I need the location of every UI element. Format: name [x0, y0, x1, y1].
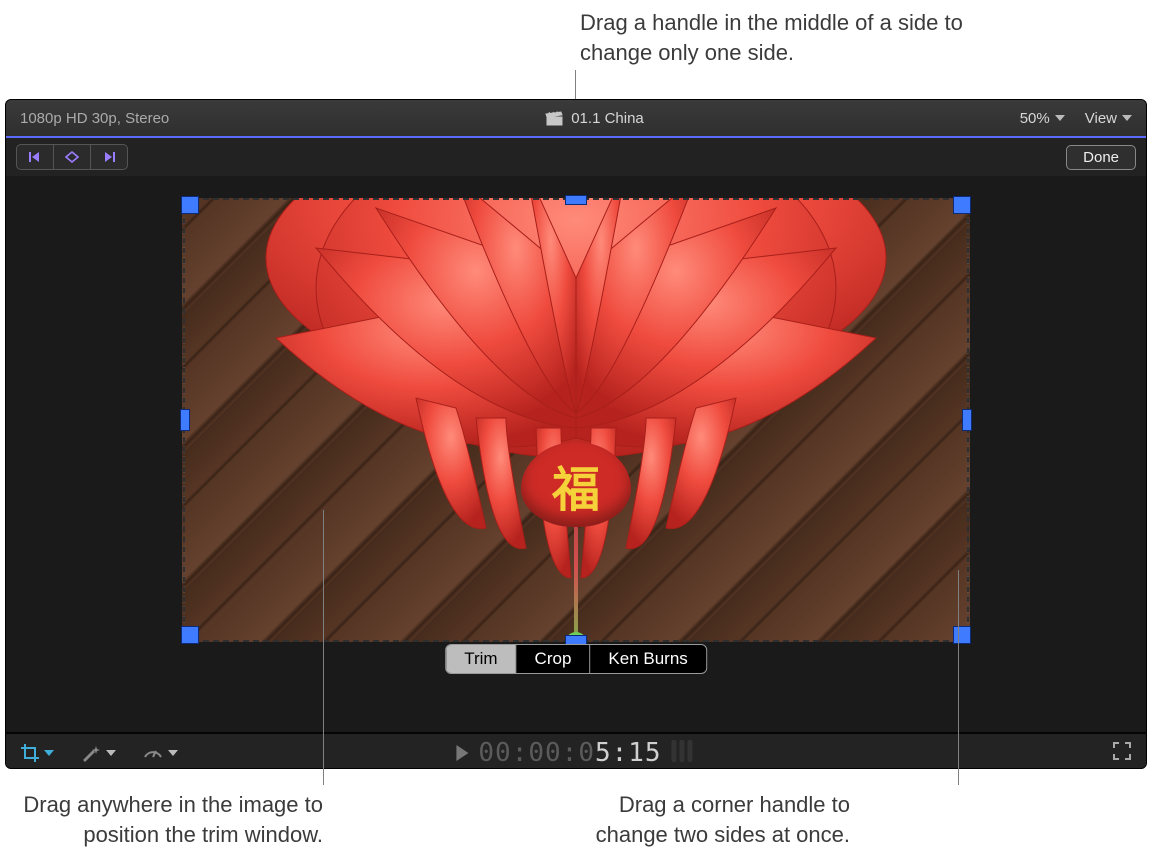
audio-meters-icon — [672, 740, 696, 766]
mode-crop[interactable]: Crop — [517, 645, 591, 673]
toolbar-row: Done — [6, 138, 1146, 176]
chevron-down-icon — [106, 750, 116, 756]
chevron-down-icon — [168, 750, 178, 756]
leader-br — [958, 570, 959, 785]
clip-name-text: 01.1 China — [571, 110, 644, 127]
clapperboard-icon — [545, 111, 563, 126]
crop-tool[interactable] — [20, 743, 54, 763]
bottom-toolbar: 00:00:05:15 — [6, 732, 1146, 768]
leader-bl — [323, 510, 324, 785]
nav-segmented-control — [16, 144, 128, 170]
chevron-down-icon — [1055, 115, 1065, 121]
zoom-value: 50% — [1020, 110, 1050, 127]
play-icon[interactable] — [456, 745, 468, 761]
clip-image[interactable]: 福 — [182, 198, 970, 642]
format-label: 1080p HD 30p, Stereo — [20, 110, 169, 127]
clip-title: 01.1 China — [545, 110, 644, 127]
zoom-dropdown[interactable]: 50% — [1020, 110, 1065, 127]
view-label: View — [1085, 110, 1117, 127]
mode-ken-burns[interactable]: Ken Burns — [590, 645, 705, 673]
go-next-button[interactable] — [91, 145, 127, 169]
retime-tool[interactable] — [142, 743, 178, 763]
viewer-window: 1080p HD 30p, Stereo 01.1 China 50% View — [6, 100, 1146, 768]
callout-bottom-right: Drag a corner handle to change two sides… — [550, 790, 850, 849]
toggle-marker-button[interactable] — [54, 145, 91, 169]
chevron-down-icon — [1122, 115, 1132, 121]
viewer-titlebar: 1080p HD 30p, Stereo 01.1 China 50% View — [6, 100, 1146, 138]
timecode-dim: 00:00:0 — [478, 738, 595, 768]
view-dropdown[interactable]: View — [1085, 110, 1132, 127]
fullscreen-button[interactable] — [1112, 741, 1132, 766]
enhance-tool[interactable] — [80, 743, 116, 763]
done-button[interactable]: Done — [1066, 145, 1136, 170]
crop-mode-segmented: Trim Crop Ken Burns — [445, 644, 707, 674]
mode-trim[interactable]: Trim — [446, 645, 516, 673]
timecode-display: 00:00:05:15 — [456, 738, 695, 768]
callout-bottom-left: Drag anywhere in the image to position t… — [18, 790, 323, 849]
chevron-down-icon — [44, 750, 54, 756]
timecode-bright: 5:15 — [595, 738, 662, 768]
canvas-area: 福 Trim Crop Ken Burns — [6, 176, 1146, 732]
go-prev-button[interactable] — [17, 145, 54, 169]
fu-character-tag: 福 — [521, 442, 631, 527]
callout-top: Drag a handle in the middle of a side to… — [580, 8, 1010, 67]
